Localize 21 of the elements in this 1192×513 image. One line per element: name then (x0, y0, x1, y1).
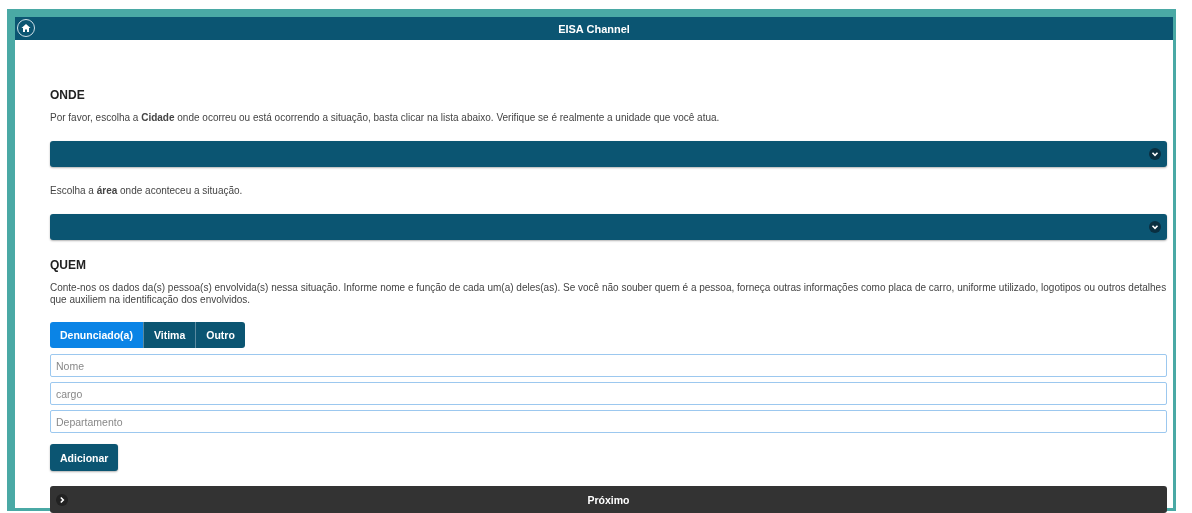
instruction-text: Escolha a área onde aconteceu a situação. (50, 185, 244, 197)
text-field[interactable]: Departamento (50, 410, 1167, 433)
chevron-down-icon (1149, 148, 1161, 160)
instruction-text: Conte-nos os dados da(s) pessoa(s) envolvida(s) nessa situação. Informe nome e função de cada um(a) deles(as). Se você não souber quem é a pessoa, forneça outras informações como placa de carro, uniforme utilizado, logotipos ou outros detalhes que auxiliem na identificação dos envolvidos. (50, 282, 1167, 306)
text-field[interactable]: cargo (50, 382, 1167, 405)
text-field[interactable]: Nome (50, 354, 1167, 377)
person-tab[interactable]: Outro (196, 322, 245, 348)
person-tab[interactable]: Vitima (143, 322, 197, 348)
instruction-text: Por favor, escolha a Cidade onde ocorreu ou está ocorrendo a situação, basta clicar na lista abaixo. Verifique se é realmente a unidade que você atua. (50, 112, 721, 124)
chevron-down-icon (1149, 221, 1161, 233)
home-icon[interactable] (17, 19, 35, 37)
chevron-right-icon (56, 494, 68, 506)
dropdown-select[interactable] (50, 141, 1167, 167)
section-heading: QUEM (50, 258, 87, 272)
add-button[interactable]: Adicionar (50, 444, 119, 471)
person-tab[interactable]: Denunciado(a) (50, 322, 144, 348)
dropdown-select[interactable] (50, 214, 1167, 240)
next-bar[interactable]: Próximo (50, 486, 1167, 513)
section-heading: ONDE (50, 88, 86, 102)
app-title: EISA Channel (558, 22, 630, 35)
next-label: Próximo (587, 493, 630, 506)
